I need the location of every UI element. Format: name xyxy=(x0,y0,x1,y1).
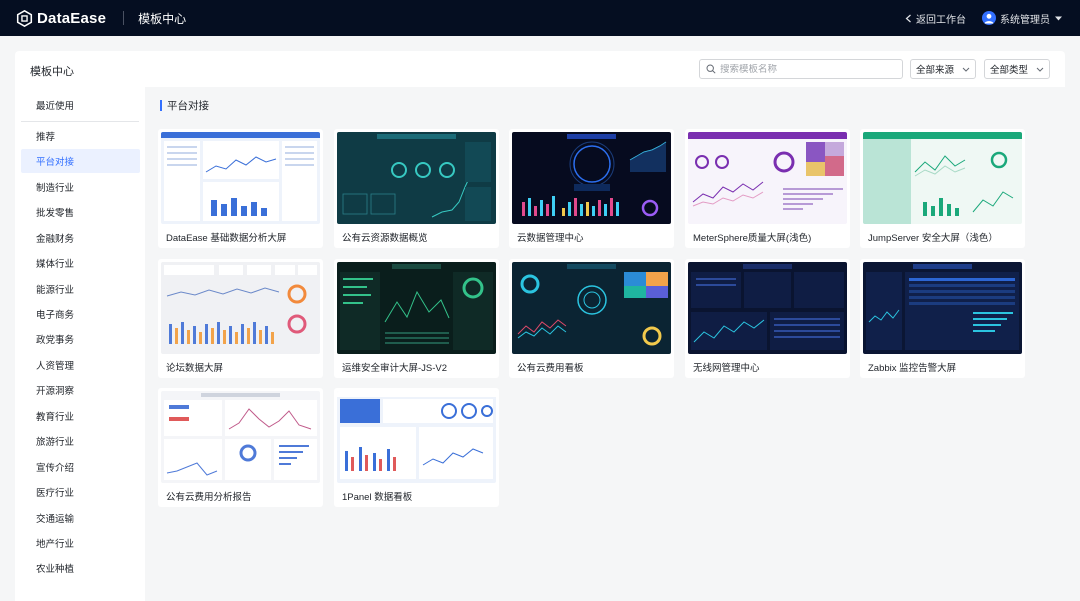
template-card[interactable]: JumpServer 安全大屏（浅色） xyxy=(860,129,1025,248)
template-thumbnail xyxy=(512,262,671,354)
sidebar-item-hr[interactable]: 人资管理 xyxy=(21,353,140,377)
template-thumbnail xyxy=(161,262,320,354)
template-card[interactable]: 运维安全审计大屏-JS-V2 xyxy=(334,259,499,378)
app-logo[interactable]: DataEase xyxy=(16,9,107,27)
search-icon xyxy=(706,64,716,74)
template-card[interactable]: DataEase 基础数据分析大屏 xyxy=(158,129,323,248)
template-thumbnail xyxy=(337,132,496,224)
template-name: 1Panel 数据看板 xyxy=(342,492,413,503)
category-sidebar: 最近使用 推荐 平台对接 制造行业 批发零售 金融财务 媒体行业 能源行业 电子… xyxy=(15,87,145,601)
sidebar-item-energy[interactable]: 能源行业 xyxy=(21,277,140,301)
template-name: 论坛数据大屏 xyxy=(166,363,224,374)
section-heading: 平台对接 xyxy=(160,100,209,112)
template-thumbnail xyxy=(863,262,1022,354)
sidebar-item-real-estate[interactable]: 地产行业 xyxy=(21,531,140,555)
source-filter-value: 全部来源 xyxy=(916,65,955,76)
type-filter-select[interactable]: 全部类型 xyxy=(984,59,1050,79)
sidebar-item-party-affairs[interactable]: 政党事务 xyxy=(21,327,140,351)
template-card[interactable]: 云数据管理中心 xyxy=(509,129,674,248)
template-name: 运维安全审计大屏-JS-V2 xyxy=(342,363,448,374)
template-thumbnail xyxy=(161,132,320,224)
sidebar-item-retail[interactable]: 批发零售 xyxy=(21,200,140,224)
sidebar-item-recommended[interactable]: 推荐 xyxy=(21,124,140,148)
template-card[interactable]: 公有云资源数据概览 xyxy=(334,129,499,248)
search-box[interactable] xyxy=(699,59,903,79)
search-input[interactable] xyxy=(720,63,890,75)
panel-header: 模板中心 全部来源 全部类型 xyxy=(15,51,1065,87)
sidebar-divider xyxy=(21,121,139,122)
navbar-title: 模板中心 xyxy=(138,11,187,26)
user-name: 系统管理员 xyxy=(1000,14,1050,26)
template-center-panel: 模板中心 全部来源 全部类型 最近使用 推荐 平台对接 制造行业 批发零售 xyxy=(15,51,1065,601)
template-thumbnail xyxy=(337,391,496,483)
template-card[interactable]: Zabbix 监控告警大屏 xyxy=(860,259,1025,378)
section-title: 平台对接 xyxy=(167,100,209,112)
section-accent-bar xyxy=(160,100,162,111)
sidebar-item-transport[interactable]: 交通运输 xyxy=(21,506,140,530)
sidebar-item-ecommerce[interactable]: 电子商务 xyxy=(21,302,140,326)
sidebar-item-recent[interactable]: 最近使用 xyxy=(21,93,140,117)
caret-down-icon xyxy=(1055,16,1062,20)
sidebar-item-tourism[interactable]: 旅游行业 xyxy=(21,429,140,453)
sidebar-item-promotion[interactable]: 宣传介绍 xyxy=(21,455,140,479)
template-name: 公有云费用看板 xyxy=(517,363,584,374)
template-name: 公有云费用分析报告 xyxy=(166,492,252,503)
template-card[interactable]: MeterSphere质量大屏(浅色) xyxy=(685,129,850,248)
source-filter-select[interactable]: 全部来源 xyxy=(910,59,976,79)
template-name: Zabbix 监控告警大屏 xyxy=(868,363,957,374)
avatar xyxy=(982,11,996,25)
sidebar-item-manufacturing[interactable]: 制造行业 xyxy=(21,175,140,199)
template-card[interactable]: 1Panel 数据看板 xyxy=(334,388,499,507)
template-name: 云数据管理中心 xyxy=(517,233,584,244)
template-thumbnail xyxy=(688,262,847,354)
sidebar-item-education[interactable]: 教育行业 xyxy=(21,404,140,428)
top-navbar: DataEase 模板中心 返回工作台 系统管理员 xyxy=(0,0,1080,36)
template-name: 无线网管理中心 xyxy=(693,363,760,374)
template-card[interactable]: 公有云费用看板 xyxy=(509,259,674,378)
template-name: MeterSphere质量大屏(浅色) xyxy=(693,233,812,244)
template-name: JumpServer 安全大屏（浅色） xyxy=(868,233,998,244)
type-filter-value: 全部类型 xyxy=(990,65,1029,76)
logo-text: DataEase xyxy=(37,9,107,27)
template-thumbnail xyxy=(863,132,1022,224)
user-icon xyxy=(984,13,994,24)
sidebar-item-finance[interactable]: 金融财务 xyxy=(21,226,140,250)
sidebar-item-medical[interactable]: 医疗行业 xyxy=(21,480,140,504)
template-thumbnail xyxy=(337,262,496,354)
template-card[interactable]: 公有云费用分析报告 xyxy=(158,388,323,507)
sidebar-item-media[interactable]: 媒体行业 xyxy=(21,251,140,275)
page-title: 模板中心 xyxy=(30,66,74,78)
sidebar-item-open-source[interactable]: 开源洞察 xyxy=(21,378,140,402)
user-menu[interactable]: 系统管理员 xyxy=(982,11,1062,26)
back-to-workbench-link[interactable]: 返回工作台 xyxy=(905,11,966,26)
template-thumbnail xyxy=(688,132,847,224)
chevron-down-icon xyxy=(962,67,970,72)
template-thumbnail xyxy=(161,391,320,483)
template-card[interactable]: 论坛数据大屏 xyxy=(158,259,323,378)
template-card[interactable]: 无线网管理中心 xyxy=(685,259,850,378)
navbar-divider xyxy=(123,11,125,25)
sidebar-item-agriculture[interactable]: 农业种植 xyxy=(21,556,140,580)
back-label: 返回工作台 xyxy=(916,14,966,26)
template-name: 公有云资源数据概览 xyxy=(342,233,428,244)
template-name: DataEase 基础数据分析大屏 xyxy=(166,233,287,244)
sidebar-item-platform[interactable]: 平台对接 xyxy=(21,149,140,173)
template-grid-area: 平台对接 DataEase 基础数据分析大屏 公有云资源数据概览 云数据管理中心… xyxy=(145,87,1065,601)
chevron-down-icon xyxy=(1036,67,1044,72)
template-thumbnail xyxy=(512,132,671,224)
dataease-logo-icon xyxy=(16,9,33,27)
chevron-left-icon xyxy=(905,14,911,22)
